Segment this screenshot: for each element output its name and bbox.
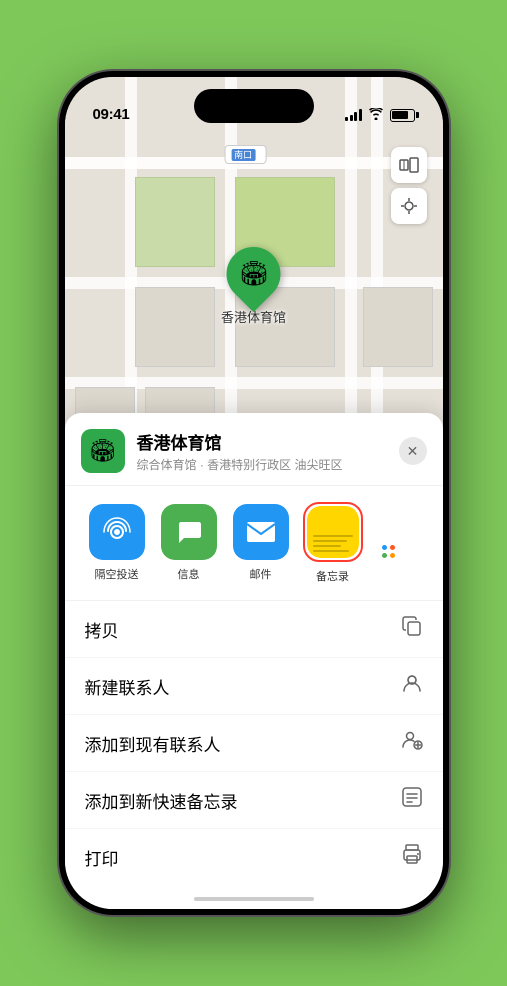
action-new-contact[interactable]: 新建联系人 xyxy=(65,658,443,715)
venue-name: 香港体育馆 xyxy=(137,429,399,454)
marker-pin: 🏟 xyxy=(215,236,291,312)
messages-label: 信息 xyxy=(178,566,200,582)
status-icons xyxy=(345,107,415,123)
action-quick-note-label: 添加到新快速备忘录 xyxy=(85,788,238,813)
action-print-label: 打印 xyxy=(85,845,119,870)
quick-note-icon xyxy=(401,786,423,814)
action-list: 拷贝 新建联系人 xyxy=(65,601,443,909)
share-airdrop[interactable]: 隔空投送 xyxy=(81,504,153,582)
action-add-contact[interactable]: 添加到现有联系人 xyxy=(65,715,443,772)
home-indicator xyxy=(194,897,314,901)
mail-label: 邮件 xyxy=(250,566,272,582)
phone-screen: 09:41 xyxy=(65,77,443,909)
share-row: 隔空投送 信息 xyxy=(65,486,443,601)
new-contact-icon xyxy=(401,672,423,700)
close-button[interactable]: ✕ xyxy=(399,437,427,465)
stadium-marker[interactable]: 🏟 香港体育馆 xyxy=(221,247,286,326)
venue-logo-icon: 🏟 xyxy=(89,438,117,464)
stadium-icon: 🏟 xyxy=(238,260,268,289)
notes-icon xyxy=(307,506,359,558)
more-dots-icon xyxy=(382,545,395,558)
wifi-icon xyxy=(368,107,384,123)
notes-label: 备忘录 xyxy=(316,568,349,584)
action-copy-label: 拷贝 xyxy=(85,617,119,642)
venue-info: 香港体育馆 综合体育馆 · 香港特别行政区 油尖旺区 xyxy=(137,429,399,473)
share-mail[interactable]: 邮件 xyxy=(225,504,297,582)
location-button[interactable] xyxy=(391,188,427,224)
bottom-sheet: 🏟 香港体育馆 综合体育馆 · 香港特别行政区 油尖旺区 ✕ xyxy=(65,413,443,909)
signal-icon xyxy=(345,109,362,121)
share-notes[interactable]: 备忘录 xyxy=(297,502,369,584)
copy-icon xyxy=(401,615,423,643)
add-contact-icon xyxy=(401,729,423,757)
venue-subtitle: 综合体育馆 · 香港特别行政区 油尖旺区 xyxy=(137,456,399,473)
action-quick-note[interactable]: 添加到新快速备忘录 xyxy=(65,772,443,829)
sheet-header: 🏟 香港体育馆 综合体育馆 · 香港特别行政区 油尖旺区 ✕ xyxy=(65,413,443,486)
map-label-prefix: 南口 xyxy=(231,149,255,161)
share-messages[interactable]: 信息 xyxy=(153,504,225,582)
dynamic-island xyxy=(194,89,314,123)
venue-logo: 🏟 xyxy=(81,429,125,473)
status-time: 09:41 xyxy=(93,106,130,123)
map-controls xyxy=(391,147,427,224)
action-copy[interactable]: 拷贝 xyxy=(65,601,443,658)
notes-selected-highlight xyxy=(303,502,363,562)
share-more[interactable] xyxy=(369,529,409,558)
airdrop-icon xyxy=(89,504,145,560)
action-add-contact-label: 添加到现有联系人 xyxy=(85,731,221,756)
print-icon xyxy=(401,843,423,871)
messages-icon xyxy=(161,504,217,560)
action-new-contact-label: 新建联系人 xyxy=(85,674,170,699)
phone-frame: 09:41 xyxy=(59,71,449,915)
map-type-button[interactable] xyxy=(391,147,427,183)
airdrop-label: 隔空投送 xyxy=(95,566,139,582)
map-label: 南口 xyxy=(224,145,266,164)
battery-icon xyxy=(390,109,415,122)
notes-lines xyxy=(307,506,359,558)
action-print[interactable]: 打印 xyxy=(65,829,443,885)
mail-icon xyxy=(233,504,289,560)
